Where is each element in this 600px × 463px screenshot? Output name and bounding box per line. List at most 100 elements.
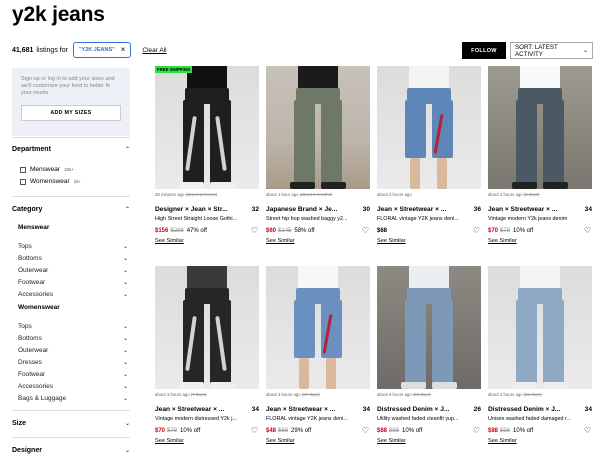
listing-card[interactable]: about 1 hour ago (about 2 months) Japane… xyxy=(266,66,370,244)
follow-button[interactable]: FOLLOW xyxy=(462,42,506,59)
listing-image[interactable] xyxy=(488,66,592,189)
listing-brand-row[interactable]: Japanese Brand × Je... 30 xyxy=(266,206,370,213)
see-similar-link[interactable]: See Similar xyxy=(155,238,259,244)
listing-card[interactable]: about 2 hours ago Jean × Streetwear × ..… xyxy=(377,66,481,244)
category-item-footwear[interactable]: Footwear ⌄ xyxy=(18,368,128,380)
chevron-down-icon: ⌄ xyxy=(122,359,128,366)
listing-image[interactable] xyxy=(155,266,259,389)
listing-brand[interactable]: Jean × Streetwear × ... xyxy=(377,206,446,213)
listing-time-label: about 2 hours ago xyxy=(377,192,412,197)
womenswear-checkbox[interactable]: Womenswear 1k+ xyxy=(20,178,81,185)
listing-image[interactable] xyxy=(266,66,370,189)
chevron-down-icon: ⌄ xyxy=(122,243,128,250)
listing-card[interactable]: FREE SHIPPING 28 minutes ago (about 18 h… xyxy=(155,66,259,244)
size-header[interactable]: Size ⌄ xyxy=(12,420,130,427)
category-item-bottoms[interactable]: Bottoms ⌄ xyxy=(18,332,128,344)
search-chip[interactable]: "Y2K JEANS" × xyxy=(72,42,132,58)
listing-brand[interactable]: Jean × Streetwear × ... xyxy=(488,206,557,213)
category-item-footwear[interactable]: Footwear ⌄ xyxy=(18,276,128,288)
see-similar-link[interactable]: See Similar xyxy=(266,438,370,444)
listing-title[interactable]: Utility washed faded cleanfit yup... xyxy=(377,416,481,422)
listing-title[interactable]: Vintage modern Y2k jeans denim xyxy=(488,216,592,222)
clear-all-link[interactable]: Clear All xyxy=(142,47,166,54)
listing-brand-row[interactable]: Distressed Denim × J... 26 xyxy=(377,406,481,413)
listing-price: $60 xyxy=(266,228,277,234)
listing-brand[interactable]: Japanese Brand × Je... xyxy=(266,206,337,213)
listing-card[interactable]: about 3 hours ago (2 days) Jean × Street… xyxy=(488,66,592,244)
category-item-label: Bags & Luggage xyxy=(18,394,67,402)
listing-card[interactable]: about 3 hours ago (7 days) Jean × Street… xyxy=(155,266,259,444)
listing-image[interactable] xyxy=(377,266,481,389)
listing-brand-row[interactable]: Jean × Streetwear × ... 34 xyxy=(266,406,370,413)
listing-card[interactable]: about 9 hours ago (26 days) Distressed D… xyxy=(377,266,481,444)
heart-icon[interactable]: ♡ xyxy=(473,426,480,435)
heart-icon[interactable]: ♡ xyxy=(251,226,258,235)
see-similar-link[interactable]: See Similar xyxy=(377,238,481,244)
heart-icon[interactable]: ♡ xyxy=(251,426,258,435)
listing-brand[interactable]: Jean × Streetwear × ... xyxy=(155,406,224,413)
listing-time: about 3 hours ago (7 days) xyxy=(155,392,259,398)
listing-brand-row[interactable]: Jean × Streetwear × ... 36 xyxy=(377,206,481,213)
listing-brand[interactable]: Jean × Streetwear × ... xyxy=(266,406,335,413)
listing-title[interactable]: High Street Straight Loose Gothi... xyxy=(155,216,259,222)
see-similar-link[interactable]: See Similar xyxy=(488,438,592,444)
category-item-outerwear[interactable]: Outerwear ⌄ xyxy=(18,264,128,276)
listing-image[interactable] xyxy=(266,266,370,389)
listing-brand-row[interactable]: Jean × Streetwear × ... 34 xyxy=(488,206,592,213)
listing-image[interactable]: FREE SHIPPING xyxy=(155,66,259,189)
category-item-bottoms[interactable]: Bottoms ⌄ xyxy=(18,252,128,264)
listing-image[interactable] xyxy=(377,66,481,189)
heart-icon[interactable]: ♡ xyxy=(362,226,369,235)
see-similar-link[interactable]: See Similar xyxy=(266,238,370,244)
menswear-checkbox[interactable]: Menswear 10k+ xyxy=(20,166,74,173)
heart-icon[interactable]: ♡ xyxy=(584,226,591,235)
listing-brand[interactable]: Distressed Denim × J... xyxy=(488,406,560,413)
category-item-tops[interactable]: Tops ⌄ xyxy=(18,240,128,252)
category-item-bags-luggage[interactable]: Bags & Luggage ⌄ xyxy=(18,392,128,404)
chevron-down-icon: ⌄ xyxy=(122,371,128,378)
listing-brand-row[interactable]: Jean × Streetwear × ... 34 xyxy=(155,406,259,413)
signup-box: Sign up or log in to add your sizes and … xyxy=(12,68,130,136)
category-header[interactable]: Category ⌃ xyxy=(12,206,130,213)
listing-card[interactable]: about 3 hours ago (27 days) Jean × Stree… xyxy=(266,266,370,444)
listing-title[interactable]: Vintage modern distressed Y2k j... xyxy=(155,416,259,422)
listing-card[interactable]: about 3 hours ago (21 days) Distressed D… xyxy=(488,266,592,444)
listing-price: $88 xyxy=(377,428,388,434)
size-label: Size xyxy=(12,420,27,427)
listing-brand[interactable]: Distressed Denim × J... xyxy=(377,406,449,413)
free-shipping-badge: FREE SHIPPING xyxy=(155,66,193,73)
see-similar-link[interactable]: See Similar xyxy=(377,438,481,444)
listing-brand-row[interactable]: Distressed Denim × J... 34 xyxy=(488,406,592,413)
category-item-accessories[interactable]: Accessories ⌄ xyxy=(18,380,128,392)
listing-price-row: $60 $145 58% off ♡ xyxy=(266,226,370,235)
checkbox-icon[interactable] xyxy=(20,166,26,173)
listing-title[interactable]: Street hip hop washed baggy y2... xyxy=(266,216,370,222)
sort-dropdown[interactable]: SORT: LATEST ACTIVITY ⌄ xyxy=(510,42,593,59)
listing-price-row: $48 $68 29% off ♡ xyxy=(266,426,370,435)
listing-time: about 2 hours ago xyxy=(377,192,481,198)
listing-size: 34 xyxy=(251,406,259,413)
department-header[interactable]: Department ⌃ xyxy=(12,146,130,153)
chevron-up-icon: ⌃ xyxy=(124,147,130,153)
heart-icon[interactable]: ♡ xyxy=(362,426,369,435)
heart-icon[interactable]: ♡ xyxy=(584,426,591,435)
category-item-tops[interactable]: Tops ⌄ xyxy=(18,320,128,332)
add-my-sizes-button[interactable]: ADD MY SIZES xyxy=(21,105,121,121)
heart-icon[interactable]: ♡ xyxy=(473,226,480,235)
listing-image[interactable] xyxy=(488,266,592,389)
listing-brand[interactable]: Designer × Jean × Str... xyxy=(155,206,228,213)
listing-title[interactable]: Unisex washed faded damaged r... xyxy=(488,416,592,422)
category-item-dresses[interactable]: Dresses ⌄ xyxy=(18,356,128,368)
listing-brand-row[interactable]: Designer × Jean × Str... 32 xyxy=(155,206,259,213)
see-similar-link[interactable]: See Similar xyxy=(488,238,592,244)
designer-header[interactable]: Designer ⌄ xyxy=(12,447,130,454)
checkbox-icon[interactable] xyxy=(20,178,26,185)
see-similar-link[interactable]: See Similar xyxy=(155,438,259,444)
listing-title[interactable]: FLORAL vintage Y2K jeans deni... xyxy=(377,216,481,222)
listing-title[interactable]: FLORAL vintage Y2K jeans deni... xyxy=(266,416,370,422)
category-item-accessories[interactable]: Accessories ⌄ xyxy=(18,288,128,300)
close-icon[interactable]: × xyxy=(121,46,126,54)
category-item-outerwear[interactable]: Outerwear ⌄ xyxy=(18,344,128,356)
listing-price: $70 xyxy=(155,428,166,434)
chevron-down-icon: ⌄ xyxy=(122,255,128,262)
